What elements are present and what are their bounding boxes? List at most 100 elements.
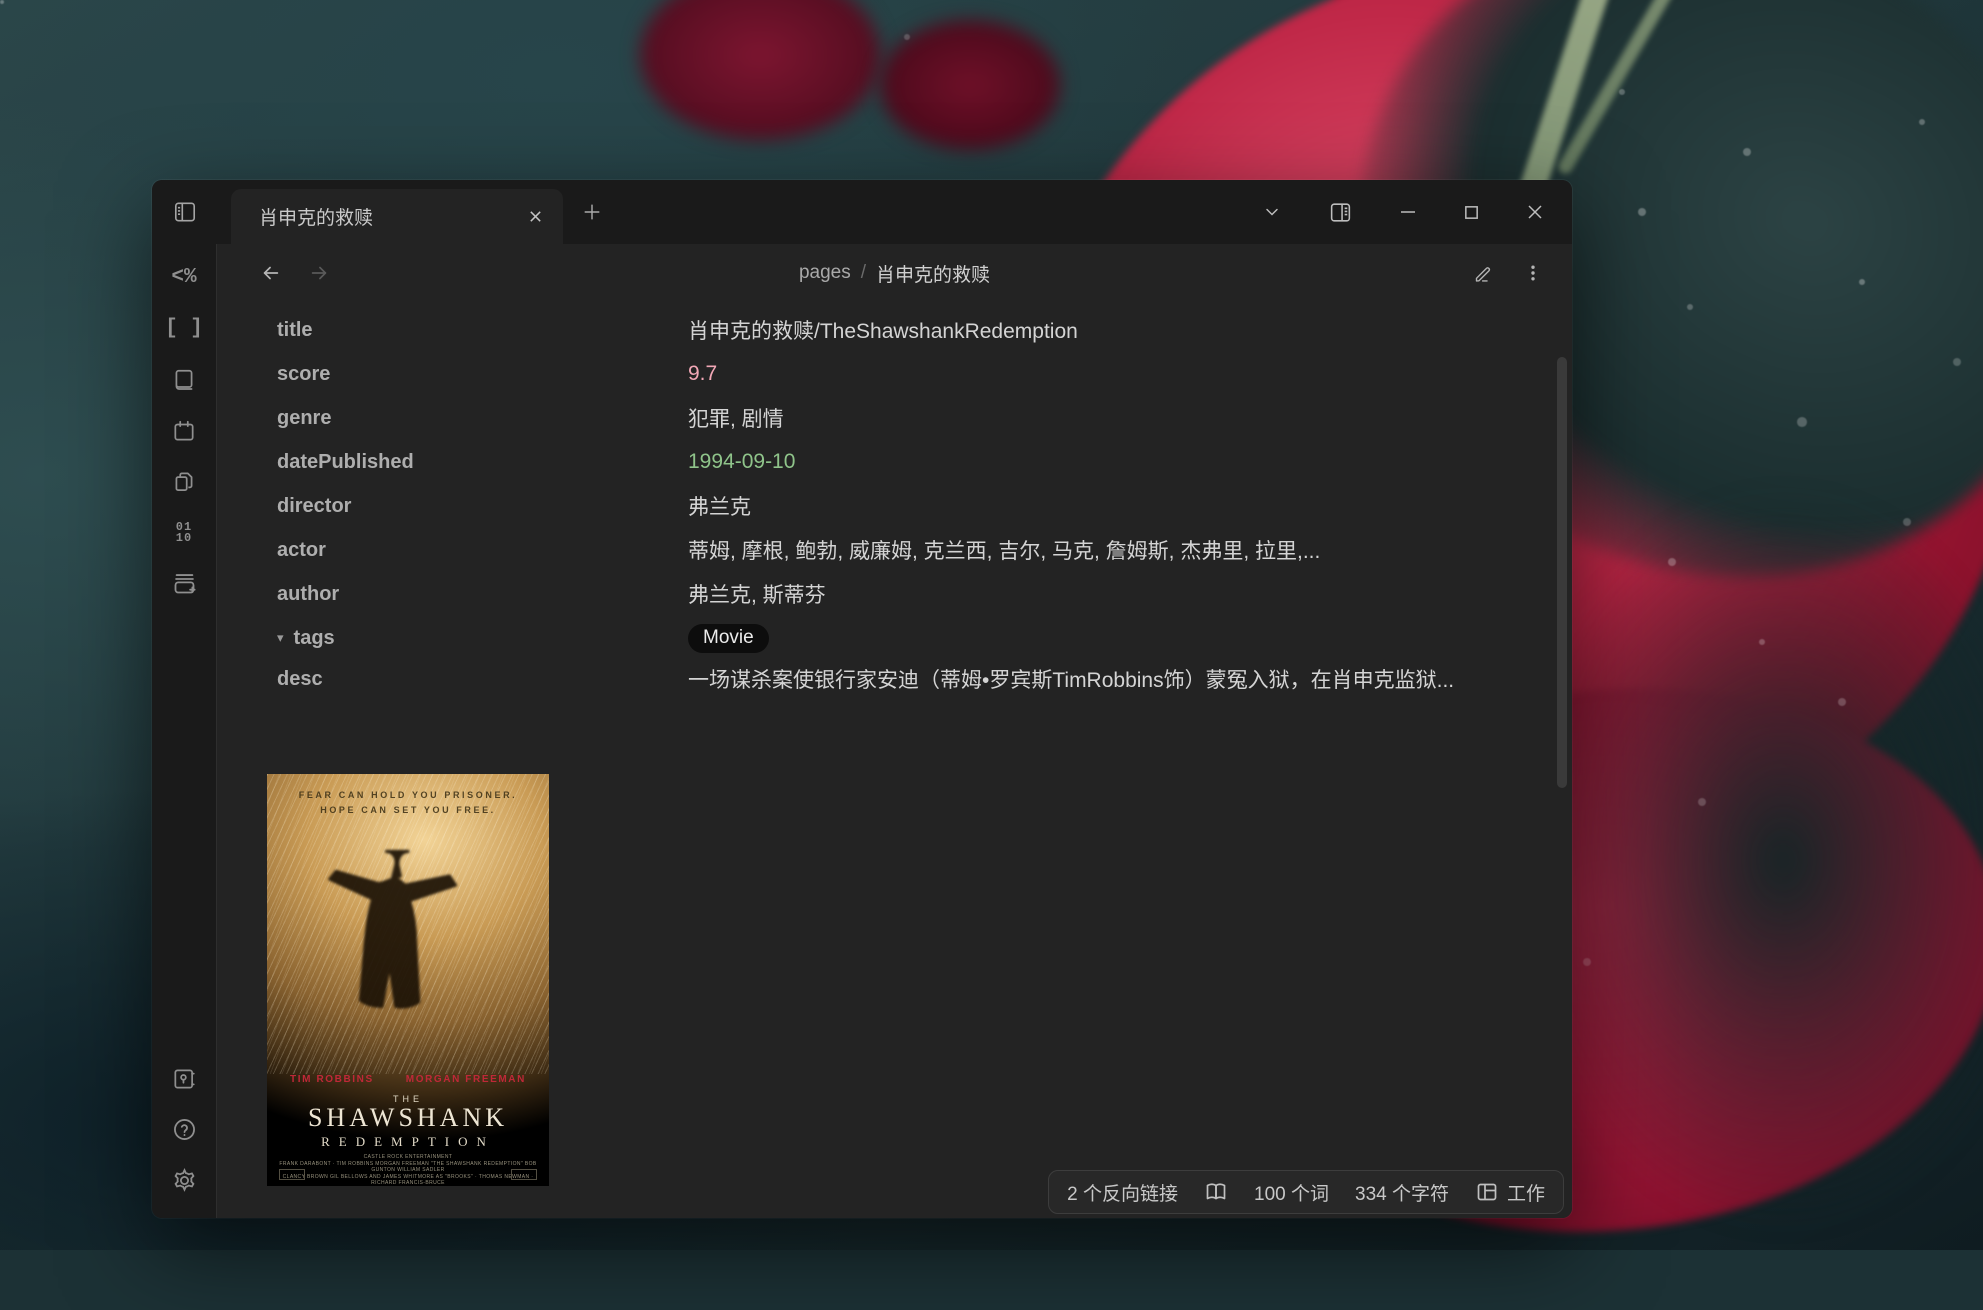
minimize-button[interactable] [1399,203,1417,221]
maximize-button[interactable] [1463,204,1480,221]
dock-item-template[interactable]: <% [152,252,216,303]
attr-key[interactable]: title [277,319,688,342]
poster-studio-logo [279,1169,305,1180]
plus-icon [581,201,603,223]
word-count: 100 个词 [1254,1179,1329,1206]
attr-row-score: score 9.7 [277,352,1572,396]
dock-item-settings[interactable] [152,1155,216,1206]
dock-item-notebook[interactable] [152,354,216,405]
app-window: 肖申克的救赎 [152,180,1572,1218]
binary-icon: 01 10 [176,522,192,544]
dock-item-calendar[interactable] [152,405,216,456]
attr-value[interactable]: 1994-09-10 [688,450,795,474]
attr-key[interactable]: ▾tags [277,627,688,650]
toggle-left-dock-button[interactable] [152,180,217,244]
poster-title-main: SHAWSHANK [267,1103,549,1133]
calendar-icon [171,418,197,444]
dock-bottom-group [152,1053,216,1218]
notebook-icon [171,367,197,393]
right-panel-icon [1328,200,1353,225]
close-icon [1526,203,1544,221]
breadcrumb-separator: / [861,262,866,284]
left-dock: <% [ ] [152,244,217,1218]
dock-item-widgets[interactable]: [ ] [152,303,216,354]
dock-item-safe[interactable] [152,1053,216,1104]
poster-figure-silhouette [313,830,503,1060]
attr-row-author: author 弗兰克, 斯蒂芬 [277,572,1572,616]
breadcrumb: pages / 肖申克的救赎 [799,260,990,287]
vertical-scrollbar-thumb[interactable] [1557,357,1567,788]
forward-arrow-icon[interactable] [308,262,330,284]
collapse-triangle-icon[interactable]: ▾ [277,630,284,646]
tag-pill-movie[interactable]: Movie [688,624,769,653]
dock-item-copy[interactable] [152,456,216,507]
attr-value[interactable]: 肖申克的救赎/TheShawshankRedemption [688,315,1078,345]
attr-value: Movie [688,624,769,653]
copy-pages-icon [171,469,197,495]
movie-poster[interactable]: FEAR CAN HOLD YOU PRISONER. HOPE CAN SET… [267,774,549,1186]
edit-pencil-icon[interactable] [1473,263,1494,284]
workspace-switcher[interactable]: 工作 [1475,1179,1545,1206]
attribute-table: title 肖申克的救赎/TheShawshankRedemption scor… [277,308,1572,740]
workspace-icon [1475,1180,1499,1204]
char-count: 334 个字符 [1355,1179,1449,1206]
attr-value[interactable]: 弗兰克 [688,491,751,521]
attr-value[interactable]: 9.7 [688,362,717,386]
poster-rating-logo [511,1169,537,1180]
poster-tagline: FEAR CAN HOLD YOU PRISONER. HOPE CAN SET… [267,788,549,818]
nav-arrows [260,262,330,284]
dock-item-help[interactable] [152,1104,216,1155]
tab-shawshank[interactable]: 肖申克的救赎 [231,189,563,244]
help-icon [171,1116,198,1143]
safe-icon [171,1066,197,1092]
sidebar-toggle-icon [172,199,198,225]
minimize-icon [1399,203,1417,221]
poster-actor-names: TIM ROBBINS MORGAN FREEMAN [267,1074,549,1085]
attr-row-actor: actor 蒂姆, 摩根, 鲍勃, 威廉姆, 克兰西, 吉尔, 马克, 詹姆斯,… [277,528,1572,572]
poster-title-sub: REDEMPTION [267,1134,549,1150]
card-add-icon [171,570,198,597]
attr-row-director: director 弗兰克 [277,484,1572,528]
more-kebab-icon[interactable] [1524,264,1542,282]
back-arrow-icon[interactable] [260,262,282,284]
attr-row-desc: desc 一场谋杀案使银行家安迪（蒂姆•罗宾斯TimRobbins饰）蒙冤入狱，… [277,660,1572,740]
window-controls [1262,180,1572,244]
attr-key[interactable]: actor [277,539,688,562]
attr-row-tags: ▾tags Movie [277,616,1572,660]
poster-credits: CASTLE ROCK ENTERTAINMENT FRANK DARABONT… [277,1154,539,1186]
tab-list-dropdown-button[interactable] [1262,202,1282,222]
new-tab-button[interactable] [563,180,621,244]
attr-key[interactable]: author [277,583,688,606]
attr-key[interactable]: datePublished [277,451,688,474]
doc-header: pages / 肖申克的救赎 [217,244,1572,302]
breadcrumb-current[interactable]: 肖申克的救赎 [876,260,990,287]
attr-key[interactable]: desc [277,660,688,691]
chevron-down-icon [1262,202,1282,222]
attr-key[interactable]: score [277,363,688,386]
maximize-icon [1463,204,1480,221]
gear-icon [171,1167,198,1194]
workspace-name: 工作 [1507,1179,1545,1206]
book-icon [1204,1180,1228,1204]
backlinks-count[interactable]: 2 个反向链接 [1067,1179,1178,1206]
template-icon: <% [171,266,196,289]
attr-row-title: title 肖申克的救赎/TheShawshankRedemption [277,308,1572,352]
breadcrumb-parent[interactable]: pages [799,262,851,284]
toggle-right-dock-button[interactable] [1328,200,1353,225]
attr-value[interactable]: 蒂姆, 摩根, 鲍勃, 威廉姆, 克兰西, 吉尔, 马克, 詹姆斯, 杰弗里, … [688,535,1320,565]
attr-value[interactable]: 犯罪, 剧情 [688,403,784,433]
editor-area: pages / 肖申克的救赎 [217,244,1572,1218]
attr-key[interactable]: genre [277,407,688,430]
dock-item-binary[interactable]: 01 10 [152,507,216,558]
brackets-icon: [ ] [165,317,203,340]
attr-value[interactable]: 弗兰克, 斯蒂芬 [688,579,826,609]
doc-header-actions [1473,263,1542,284]
close-window-button[interactable] [1526,203,1544,221]
tab-close-icon[interactable] [528,209,543,224]
attr-row-genre: genre 犯罪, 剧情 [277,396,1572,440]
dock-item-add-card[interactable] [152,558,216,609]
attr-row-datepublished: datePublished 1994-09-10 [277,440,1572,484]
attr-key[interactable]: director [277,495,688,518]
attr-value[interactable]: 一场谋杀案使银行家安迪（蒂姆•罗宾斯TimRobbins饰）蒙冤入狱，在肖申克监… [688,660,1454,699]
status-bar: 2 个反向链接 100 个词 334 个字符 [1048,1170,1564,1214]
